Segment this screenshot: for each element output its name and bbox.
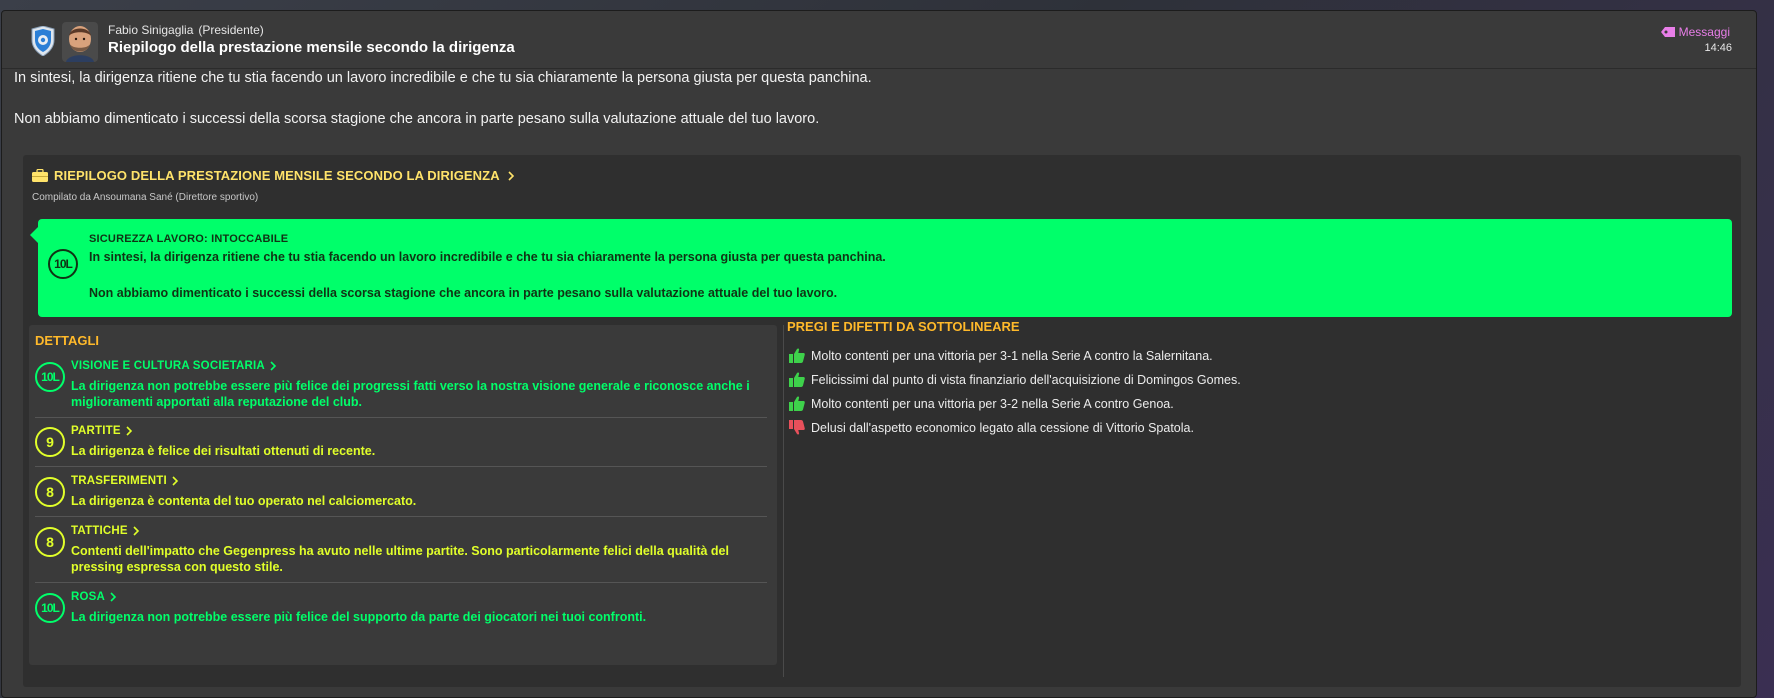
row-divider xyxy=(35,582,767,583)
pros-cons-text: Delusi dall'aspetto economico legato all… xyxy=(811,420,1194,435)
column-divider xyxy=(783,325,784,677)
thumbs-up-icon xyxy=(789,372,805,387)
briefcase-icon xyxy=(32,169,48,182)
tag-icon xyxy=(1660,27,1675,37)
detail-title-link[interactable]: TRASFERIMENTI xyxy=(71,475,180,487)
detail-title: VISIONE E CULTURA SOCIETARIA xyxy=(71,360,265,372)
details-title: DETTAGLI xyxy=(35,333,100,348)
detail-title-link[interactable]: ROSA xyxy=(71,591,118,603)
sender-name[interactable]: Fabio Sinigaglia xyxy=(108,23,193,37)
pros-cons-item: Delusi dall'aspetto economico legato all… xyxy=(789,420,1194,435)
detail-desc: Contenti dell'impatto che Gegenpress ha … xyxy=(71,544,729,574)
compiled-by: Compilato da Ansoumana Sané (Direttore s… xyxy=(32,192,259,203)
row-divider xyxy=(35,516,767,517)
detail-title: TRASFERIMENTI xyxy=(71,475,167,487)
message-header: Fabio Sinigaglia (Presidente) Riepilogo d… xyxy=(2,11,1756,69)
detail-desc: La dirigenza non potrebbe essere più fel… xyxy=(71,379,750,409)
detail-title: PARTITE xyxy=(71,425,121,437)
chevron-right-icon xyxy=(508,170,514,181)
messages-link[interactable]: Messaggi xyxy=(1660,25,1730,39)
detail-rating: 9 xyxy=(35,427,65,457)
detail-desc: La dirigenza non potrebbe essere più fel… xyxy=(71,610,647,624)
message-subject: Riepilogo della prestazione mensile seco… xyxy=(108,39,515,56)
detail-desc: La dirigenza è contenta del tuo operato … xyxy=(71,494,417,508)
message-time: 14:46 xyxy=(1704,42,1732,54)
thumbs-up-icon xyxy=(789,348,805,363)
chevron-right-icon xyxy=(270,361,277,371)
panel-title-text: RIEPILOGO DELLA PRESTAZIONE MENSILE SECO… xyxy=(54,168,500,183)
chevron-right-icon xyxy=(172,476,179,486)
detail-title-link[interactable]: VISIONE E CULTURA SOCIETARIA xyxy=(71,360,278,372)
detail-title-link[interactable]: TATTICHE xyxy=(71,525,141,537)
sender-role: (Presidente) xyxy=(198,23,264,37)
detail-rating: 8 xyxy=(35,527,65,557)
messages-link-label: Messaggi xyxy=(1678,25,1730,39)
job-security-box: 10L SICUREZZA LAVORO: INTOCCABILE In sin… xyxy=(30,219,1732,317)
pros-cons-text: Molto contenti per una vittoria per 3-1 … xyxy=(811,348,1213,363)
chevron-right-icon xyxy=(110,592,117,602)
club-badge-icon xyxy=(31,26,55,56)
intro-paragraph-1: In sintesi, la dirigenza ritiene che tu … xyxy=(14,70,872,86)
detail-title: ROSA xyxy=(71,591,106,603)
detail-title-link[interactable]: PARTITE xyxy=(71,425,134,437)
message-window: Fabio Sinigaglia (Presidente) Riepilogo d… xyxy=(1,10,1757,698)
detail-rating: 8 xyxy=(35,477,65,507)
row-divider xyxy=(35,466,767,467)
thumbs-up-icon xyxy=(789,396,805,411)
pros-cons-item: Molto contenti per una vittoria per 3-1 … xyxy=(789,348,1213,363)
chevron-right-icon xyxy=(126,426,132,436)
thumbs-down-icon xyxy=(789,420,805,435)
job-security-title: SICUREZZA LAVORO: INTOCCABILE xyxy=(89,233,289,245)
performance-panel: RIEPILOGO DELLA PRESTAZIONE MENSILE SECO… xyxy=(23,155,1741,687)
panel-title[interactable]: RIEPILOGO DELLA PRESTAZIONE MENSILE SECO… xyxy=(32,168,516,183)
detail-title: TATTICHE xyxy=(71,525,128,537)
sender-avatar[interactable] xyxy=(62,22,98,62)
pros-cons-item: Felicissimi dal punto di vista finanziar… xyxy=(789,372,1241,387)
detail-desc: La dirigenza è felice dei risultati otte… xyxy=(71,444,376,458)
job-security-rating: 10L xyxy=(48,249,78,279)
details-section: DETTAGLI 10L VISIONE E CULTURA SOCIETARI… xyxy=(29,325,777,665)
detail-rating: 10L xyxy=(35,362,65,392)
sender: Fabio Sinigaglia (Presidente) xyxy=(108,23,264,37)
job-security-line-2: Non abbiamo dimenticato i successi della… xyxy=(89,286,838,300)
pros-cons-text: Felicissimi dal punto di vista finanziar… xyxy=(811,372,1241,387)
chevron-right-icon xyxy=(133,526,139,536)
job-security-line-1: In sintesi, la dirigenza ritiene che tu … xyxy=(89,250,886,264)
pros-cons-item: Molto contenti per una vittoria per 3-2 … xyxy=(789,396,1174,411)
pros-cons-title: PREGI E DIFETTI DA SOTTOLINEARE xyxy=(787,319,1020,334)
detail-rating: 10L xyxy=(35,593,65,623)
pros-cons-text: Molto contenti per una vittoria per 3-2 … xyxy=(811,396,1174,411)
intro-paragraph-2: Non abbiamo dimenticato i successi della… xyxy=(14,111,820,127)
row-divider xyxy=(35,417,767,418)
